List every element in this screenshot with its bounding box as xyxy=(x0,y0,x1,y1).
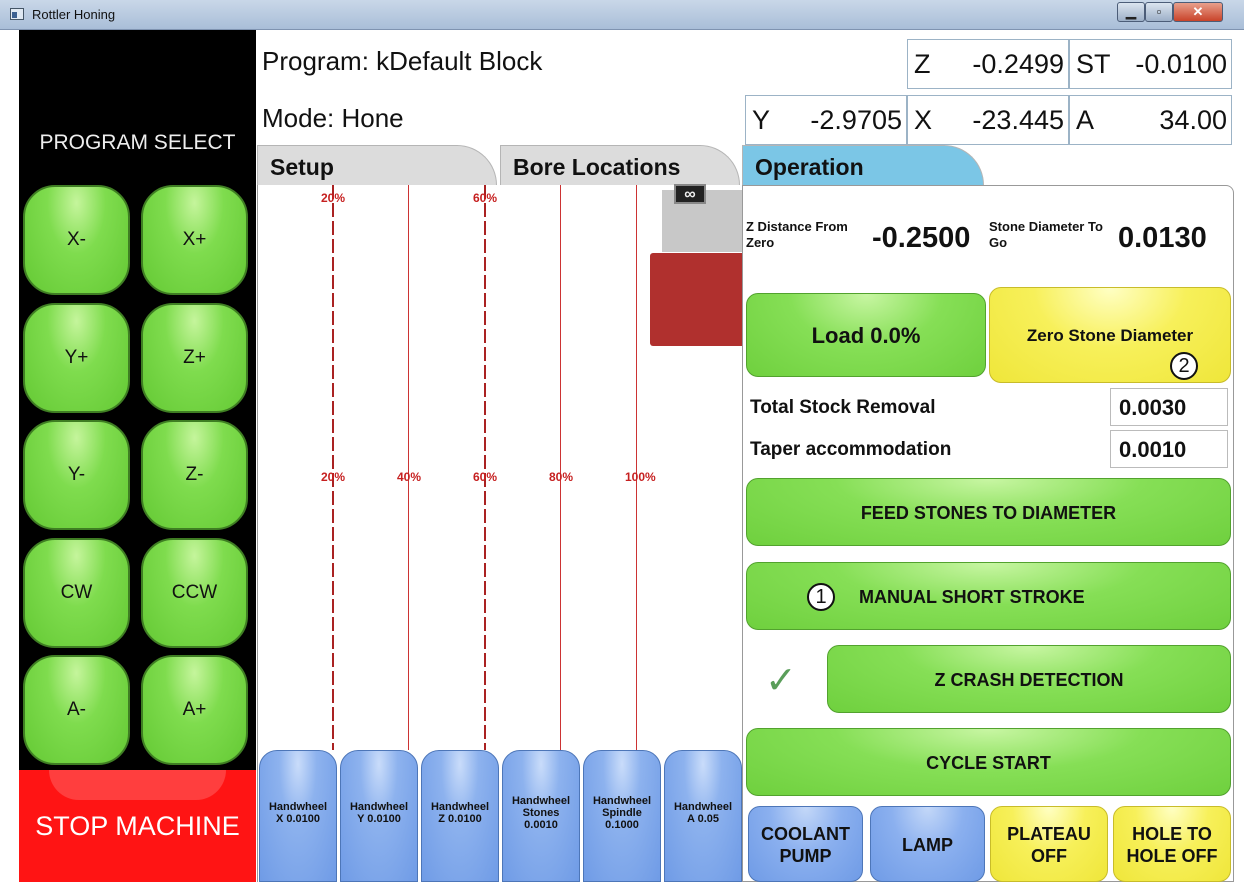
lamp-button[interactable]: LAMP xyxy=(870,806,985,882)
graph-mid-label: 20% xyxy=(321,470,346,484)
load-gauge-bar xyxy=(650,253,745,346)
program-select-button[interactable]: PROGRAM SELECT xyxy=(19,131,256,155)
stone-diameter-value: 0.0130 xyxy=(1118,222,1207,254)
z-distance-label: Z Distance From Zero xyxy=(746,219,848,250)
handwheel-z-button[interactable]: Handwheel Z 0.0100 xyxy=(421,750,499,882)
graph-mid-label: 80% xyxy=(549,470,574,484)
callout-badge-1: 1 xyxy=(807,583,835,611)
total-stock-removal-label: Total Stock Removal xyxy=(750,397,936,418)
program-name: Program: kDefault Block xyxy=(262,46,543,76)
handwheel-x-detail: X 0.0100 xyxy=(275,813,321,825)
zero-stone-diameter-button[interactable]: Zero Stone Diameter 2 xyxy=(989,287,1231,383)
stop-machine-label: STOP MACHINE xyxy=(35,811,240,841)
handwheel-a-detail: A 0.05 xyxy=(686,813,719,825)
callout-badge-2: 2 xyxy=(1170,352,1198,380)
jog-y-minus-button[interactable]: Y- xyxy=(23,420,130,530)
total-stock-removal-field[interactable]: 0.0030 xyxy=(1110,388,1228,426)
spindle-cw-button[interactable]: CW xyxy=(23,538,130,648)
handwheel-stones-name: Handwheel xyxy=(511,795,571,807)
graph-top-label: 20% xyxy=(321,191,346,205)
spindle-ccw-button[interactable]: CCW xyxy=(141,538,248,648)
readout-st-value: -0.0100 xyxy=(1135,49,1227,79)
window-title-bar xyxy=(0,0,1244,30)
handwheel-spindle-name: Handwheel xyxy=(592,795,652,807)
stroke-line-80 xyxy=(560,185,561,750)
feed-stones-button[interactable]: FEED STONES TO DIAMETER xyxy=(746,478,1231,546)
z-distance-value: -0.2500 xyxy=(872,222,971,254)
graph-top-label: 60% xyxy=(473,191,498,205)
hole-to-hole-button[interactable]: HOLE TO HOLE OFF xyxy=(1113,806,1231,882)
handwheel-stones-button[interactable]: Handwheel Stones 0.0010 xyxy=(502,750,580,882)
handwheel-y-name: Handwheel xyxy=(349,801,409,813)
handwheel-x-name: Handwheel xyxy=(268,801,328,813)
plateau-button[interactable]: PLATEAU OFF xyxy=(990,806,1108,882)
readout-st-label: ST xyxy=(1076,49,1111,79)
stop-machine-button[interactable]: STOP MACHINE xyxy=(19,770,256,882)
readout-x-label: X xyxy=(914,105,933,135)
jog-z-minus-button[interactable]: Z- xyxy=(141,420,248,530)
handwheel-x-button[interactable]: Handwheel X 0.0100 xyxy=(259,750,337,882)
handwheel-a-name: Handwheel xyxy=(673,801,733,813)
taper-accommodation-field[interactable]: 0.0010 xyxy=(1110,430,1228,468)
graph-mid-label: 100% xyxy=(625,470,656,484)
readout-y-value: -2.9705 xyxy=(810,105,902,135)
manual-short-stroke-button[interactable]: 1 MANUAL SHORT STROKE xyxy=(746,562,1231,630)
readout-y: Y -2.9705 xyxy=(745,95,907,145)
jog-a-plus-button[interactable]: A+ xyxy=(141,655,248,765)
tab-setup[interactable]: Setup xyxy=(257,145,497,185)
infinity-icon: ∞ xyxy=(674,184,706,204)
readout-y-label: Y xyxy=(752,105,771,135)
coolant-pump-button[interactable]: COOLANT PUMP xyxy=(748,806,863,882)
minimize-button[interactable]: ▁ xyxy=(1117,2,1145,22)
load-button[interactable]: Load 0.0% xyxy=(746,293,986,377)
handwheel-y-button[interactable]: Handwheel Y 0.0100 xyxy=(340,750,418,882)
taper-accommodation-label: Taper accommodation xyxy=(750,439,952,460)
handwheel-a-button[interactable]: Handwheel A 0.05 xyxy=(664,750,742,882)
handwheel-z-detail: Z 0.0100 xyxy=(438,813,482,825)
stroke-line-40 xyxy=(408,185,409,750)
readout-z-label: Z xyxy=(914,49,931,79)
close-button[interactable]: ✕ xyxy=(1173,2,1223,22)
jog-y-plus-button[interactable]: Y+ xyxy=(23,303,130,413)
handwheel-spindle-detail: Spindle 0.1000 xyxy=(602,807,642,831)
graph-mid-label: 60% xyxy=(473,470,498,484)
stone-diameter-label: Stone Diameter To Go xyxy=(989,219,1103,250)
app-icon xyxy=(10,8,24,20)
handwheel-y-detail: Y 0.0100 xyxy=(357,813,401,825)
readout-z-value: -0.2499 xyxy=(972,49,1064,79)
jog-x-minus-button[interactable]: X- xyxy=(23,185,130,295)
readout-z: Z -0.2499 xyxy=(907,39,1069,89)
stroke-line-100 xyxy=(636,185,637,750)
handwheel-z-name: Handwheel xyxy=(430,801,490,813)
cycle-start-button[interactable]: CYCLE START xyxy=(746,728,1231,796)
tab-operation[interactable]: Operation xyxy=(742,145,984,185)
readout-a: A 34.00 xyxy=(1069,95,1232,145)
readout-x: X -23.445 xyxy=(907,95,1069,145)
jog-a-minus-button[interactable]: A- xyxy=(23,655,130,765)
z-crash-detection-button[interactable]: Z CRASH DETECTION xyxy=(827,645,1231,713)
tab-bore-locations[interactable]: Bore Locations xyxy=(500,145,740,185)
jog-x-plus-button[interactable]: X+ xyxy=(141,185,248,295)
graph-mid-label: 40% xyxy=(397,470,422,484)
handwheel-stones-detail: Stones 0.0010 xyxy=(522,807,560,831)
readout-a-label: A xyxy=(1076,105,1095,135)
mode-name: Mode: Hone xyxy=(262,103,404,133)
readout-a-value: 34.00 xyxy=(1159,105,1227,135)
zero-stone-diameter-label: Zero Stone Diameter xyxy=(1026,326,1194,345)
readout-st: ST -0.0100 xyxy=(1069,39,1232,89)
stroke-line-20 xyxy=(332,185,334,750)
maximize-button[interactable]: ▫ xyxy=(1145,2,1173,22)
checkmark-icon: ✓ xyxy=(765,660,797,702)
jog-z-plus-button[interactable]: Z+ xyxy=(141,303,248,413)
manual-short-stroke-label: MANUAL SHORT STROKE xyxy=(859,587,1085,607)
handwheel-spindle-button[interactable]: Handwheel Spindle 0.1000 xyxy=(583,750,661,882)
readout-x-value: -23.445 xyxy=(972,105,1064,135)
stroke-line-60 xyxy=(484,185,486,750)
window-title: Rottler Honing xyxy=(32,7,116,22)
